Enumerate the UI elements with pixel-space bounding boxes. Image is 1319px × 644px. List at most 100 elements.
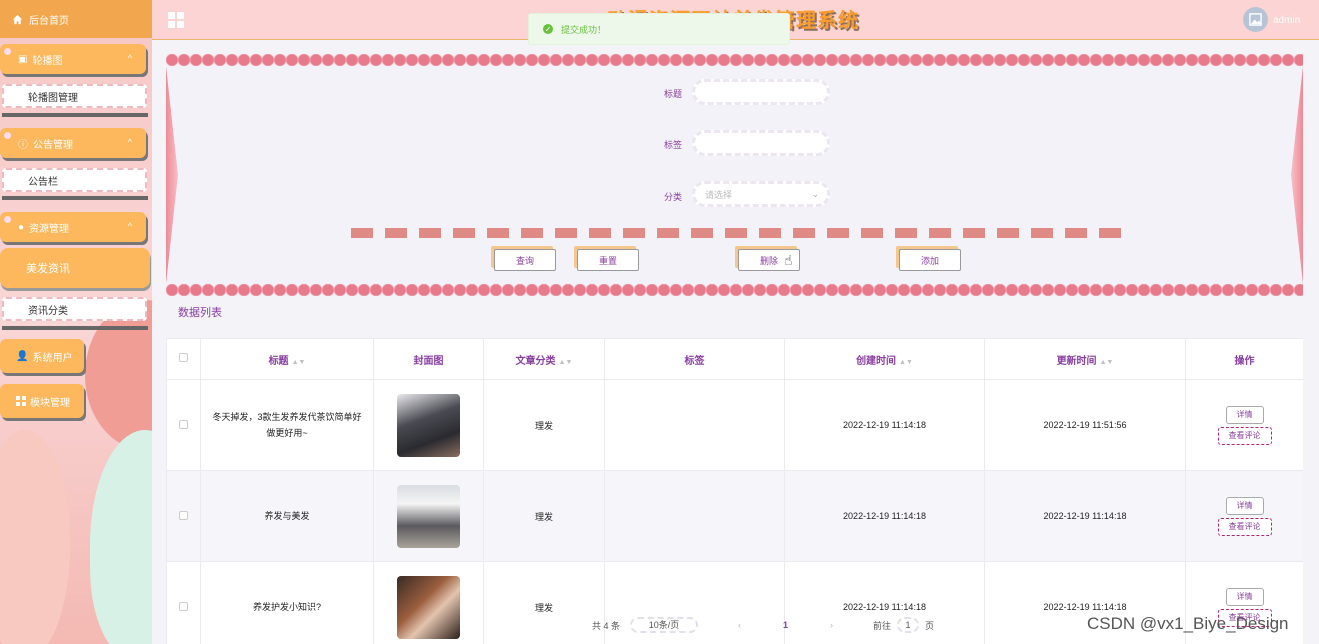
next-page-button[interactable]: › [830, 620, 833, 630]
th-cover: 封面图 [373, 338, 484, 380]
list-title: 数据列表 [178, 307, 222, 319]
sidebar-group-notice[interactable]: ⓘ 公告管理 ^ [0, 128, 146, 158]
query-button[interactable]: 查询 [494, 249, 556, 271]
sidebar-item-news-category[interactable]: 资讯分类 [2, 297, 147, 321]
watermark: CSDN @vx1_Biye_Design [1087, 614, 1289, 633]
row-category: 理发 [483, 379, 605, 471]
chevron-up-icon: ^ [127, 221, 132, 231]
toast-message: 提交成功！ [561, 24, 607, 35]
row-tags [604, 379, 785, 471]
menu-toggle-icon[interactable] [168, 12, 184, 28]
row-title: 养发护发小知识? [200, 561, 374, 644]
success-toast: ✓ 提交成功！ [528, 13, 790, 45]
table-row: 冬天掉发，3款生发养发代茶饮简单好做更好用~ 理发 2022-12-19 11:… [166, 379, 1303, 471]
chevron-up-icon: ^ [127, 137, 132, 147]
pagination: 共 4 条 10条/页 ‹ 1 › 前往 1 页 [592, 617, 935, 633]
row-tags [604, 470, 785, 562]
table-row: 养发与美发 理发 2022-12-19 11:14:18 2022-12-19 … [166, 470, 1303, 562]
data-table: 标题 ▲▼ 封面图 文章分类 ▲▼ 标签 创建时间 ▲▼ 更新时间 ▲▼ 操作 冬天掉发… [166, 338, 1303, 644]
bunting-decoration [166, 284, 1303, 296]
cover-image [397, 393, 460, 457]
dashed-divider [351, 228, 1121, 238]
sidebar-group-carousel-label: 轮播图 [32, 55, 63, 67]
category-select[interactable]: 请选择 ⌄ [692, 181, 830, 207]
sidebar-item-label: 资讯分类 [28, 305, 68, 317]
avatar[interactable] [1243, 7, 1268, 32]
add-button[interactable]: 添加 [899, 249, 961, 271]
category-placeholder: 请选择 [705, 189, 733, 200]
th-updated[interactable]: 更新时间 ▲▼ [984, 338, 1186, 380]
th-ops: 操作 [1185, 338, 1303, 380]
tag-input[interactable] [692, 130, 830, 156]
cover-image [397, 575, 460, 639]
row-checkbox[interactable] [179, 601, 188, 611]
pagination-total: 共 4 条 [592, 620, 621, 631]
picture-icon: ▣ [18, 53, 28, 65]
th-title[interactable]: 标题 ▲▼ [200, 338, 374, 380]
search-panel: 标题 标签 分类 请选择 ⌄ 查询 重置 删除 添加 ☝ [166, 54, 1303, 296]
image-icon [1249, 13, 1262, 26]
row-checkbox[interactable] [179, 510, 188, 520]
detail-button[interactable]: 详情 [1225, 587, 1264, 606]
row-category: 理发 [483, 561, 605, 644]
row-checkbox[interactable] [179, 419, 188, 429]
title-label: 标题 [664, 89, 683, 99]
row-category: 理发 [483, 470, 605, 562]
sidebar-item-hair-news[interactable]: 美发资讯 [0, 248, 150, 288]
sort-icon: ▲▼ [1099, 358, 1114, 366]
select-all-checkbox[interactable] [179, 353, 188, 362]
row-title: 养发与美发 [200, 470, 374, 562]
bunting-decoration [166, 54, 1303, 66]
sidebar-item-carousel-manage[interactable]: 轮播图管理 [2, 84, 147, 108]
username[interactable]: admin [1273, 15, 1300, 26]
sidebar-group-carousel[interactable]: ▣ 轮播图 ^ [0, 44, 146, 74]
tag-label: 标签 [664, 140, 683, 150]
row-updated: 2022-12-19 11:51:56 [984, 379, 1186, 471]
detail-button[interactable]: 详情 [1225, 405, 1264, 424]
row-updated: 2022-12-19 11:14:18 [984, 470, 1186, 562]
sidebar-item-label: 轮播图管理 [28, 92, 78, 104]
hand-cursor-icon: ☝ [784, 252, 793, 268]
info-icon: ⓘ [18, 139, 28, 151]
sidebar-item-home[interactable]: 后台首页 [0, 0, 152, 38]
home-icon [12, 14, 23, 24]
sort-icon: ▲▼ [558, 358, 573, 366]
current-page[interactable]: 1 [783, 620, 788, 630]
row-title: 冬天掉发，3款生发养发代茶饮简单好做更好用~ [200, 379, 374, 471]
th-category[interactable]: 文章分类 ▲▼ [483, 338, 605, 380]
page-unit-label: 页 [925, 620, 935, 631]
sidebar-item-label: 系统用户 [32, 352, 73, 364]
sidebar-item-label: 美发资讯 [26, 263, 70, 275]
sidebar-item-label: 模块管理 [30, 397, 70, 409]
sidebar-group-resources-label: 资源管理 [29, 223, 70, 235]
sidebar-item-label: 公告栏 [28, 176, 58, 188]
cover-image [397, 484, 460, 548]
th-tags: 标签 [604, 338, 785, 380]
select-all-cell [166, 338, 201, 380]
grid-icon [16, 396, 26, 406]
sidebar-group-notice-label: 公告管理 [33, 139, 73, 151]
row-created: 2022-12-19 11:14:18 [784, 470, 985, 562]
goto-page-input[interactable]: 1 [897, 617, 920, 633]
sidebar-group-resources[interactable]: ● 资源管理 ^ [0, 212, 146, 242]
view-comments-button[interactable]: 查看评论 [1217, 426, 1272, 445]
sidebar-item-module-manage[interactable]: 模块管理 [0, 384, 84, 418]
goto-label: 前往 [873, 620, 892, 631]
view-comments-button[interactable]: 查看评论 [1217, 517, 1272, 536]
sidebar-item-notice-board[interactable]: 公告栏 [2, 168, 147, 192]
reset-button[interactable]: 重置 [577, 249, 639, 271]
cloud-icon: ● [18, 221, 25, 233]
title-input[interactable] [692, 79, 830, 105]
detail-button[interactable]: 详情 [1225, 496, 1264, 515]
sort-icon: ▲▼ [291, 358, 306, 366]
table-header-row: 标题 ▲▼ 封面图 文章分类 ▲▼ 标签 创建时间 ▲▼ 更新时间 ▲▼ 操作 [166, 338, 1303, 380]
category-label: 分类 [664, 192, 683, 202]
row-created: 2022-12-19 11:14:18 [784, 379, 985, 471]
page-size-select[interactable]: 10条/页 [630, 617, 699, 633]
sort-icon: ▲▼ [899, 358, 913, 366]
sidebar-item-system-users[interactable]: 👤 系统用户 [0, 339, 84, 373]
sidebar: 后台首页 ▣ 轮播图 ^ 轮播图管理 ⓘ 公告管理 ^ 公告栏 ● 资源管理 ^… [0, 0, 152, 644]
prev-page-button[interactable]: ‹ [738, 620, 741, 630]
th-created[interactable]: 创建时间 ▲▼ [784, 338, 985, 380]
chevron-down-icon: ⌄ [811, 188, 819, 199]
